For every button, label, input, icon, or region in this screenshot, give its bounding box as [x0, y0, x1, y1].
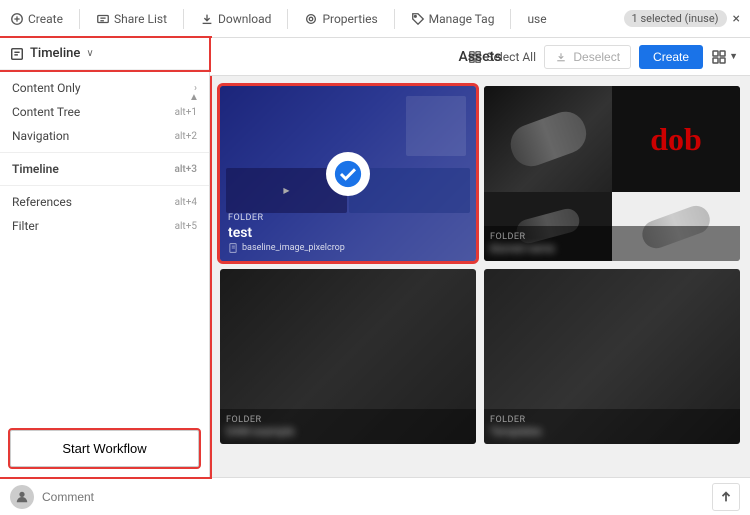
send-icon	[719, 490, 733, 504]
download-icon	[555, 51, 567, 63]
close-badge-btn[interactable]: ×	[733, 11, 740, 27]
bottom-bar	[0, 477, 750, 515]
use-btn[interactable]: use	[527, 12, 546, 26]
menu-item-label: Timeline	[12, 162, 59, 176]
use-label: use	[527, 12, 546, 26]
divider1	[79, 9, 80, 29]
create-asset-btn[interactable]: Create	[639, 45, 703, 69]
deselect-btn[interactable]: Deselect	[544, 45, 631, 69]
card4-info: FOLDER Templates	[484, 409, 740, 444]
card1-info: FOLDER test baseline_image_pixelcrop	[220, 205, 476, 261]
sidebar-item-references[interactable]: References alt+4	[0, 190, 209, 214]
sidebar-title-btn[interactable]: Timeline ∨	[10, 46, 94, 61]
user-avatar	[10, 485, 34, 509]
asset-card-templates[interactable]: FOLDER Templates	[484, 269, 740, 444]
manage-tag-label: Manage Tag	[429, 12, 495, 26]
comment-input[interactable]	[42, 490, 704, 504]
view-toggle-chevron: ▼	[729, 51, 738, 62]
menu-item-label: Navigation	[12, 129, 69, 143]
menu-shortcut: alt+2	[175, 131, 197, 142]
assets-controls: Select All Deselect Create	[468, 45, 738, 69]
create-toolbar-btn[interactable]: Create	[10, 12, 63, 26]
sidebar: Timeline ∨ Content Only › Content Tree a…	[0, 38, 210, 477]
main-layout: Timeline ∨ Content Only › Content Tree a…	[0, 38, 750, 477]
download-btn[interactable]: Download	[200, 12, 271, 26]
card2-name: blurred name	[490, 242, 734, 255]
menu-item-label: Content Tree	[12, 105, 80, 119]
share-list-btn[interactable]: Share List	[96, 12, 167, 26]
menu-item-label: Filter	[12, 219, 39, 233]
menu-divider	[0, 152, 209, 153]
card3-info: FOLDER DAM example	[220, 409, 476, 444]
assets-title: Assets	[458, 49, 501, 65]
menu-shortcut: alt+5	[175, 221, 197, 232]
selected-count: 1 selected (inuse)	[624, 10, 727, 27]
card3-type: FOLDER	[226, 415, 470, 425]
shoe-cell-1	[484, 86, 612, 192]
deselect-label: Deselect	[573, 50, 620, 64]
check-badge	[326, 152, 370, 196]
timeline-icon	[10, 47, 24, 61]
divider4	[394, 9, 395, 29]
card2-type: FOLDER	[490, 232, 734, 242]
card4-name: Templates	[490, 425, 734, 438]
card1-type: FOLDER	[228, 213, 468, 223]
grid-icon	[711, 49, 727, 65]
card2-info: FOLDER blurred name	[484, 226, 740, 261]
card1-thumb	[406, 96, 466, 156]
selected-badge: 1 selected (inuse) ×	[624, 10, 740, 27]
menu-shortcut: alt+3	[174, 164, 197, 175]
sidebar-header[interactable]: Timeline ∨	[0, 38, 209, 70]
user-icon	[15, 490, 29, 504]
divider5	[510, 9, 511, 29]
send-comment-btn[interactable]	[712, 483, 740, 511]
sidebar-scroll-up-btn[interactable]: ▲	[185, 88, 203, 106]
asset-card-shoe[interactable]: dob FOLDER blurred name	[484, 86, 740, 261]
share-list-label: Share List	[114, 12, 167, 26]
start-workflow-button[interactable]: Start Workflow	[10, 430, 199, 467]
assets-area: Assets Select All Desele	[210, 38, 750, 477]
sidebar-item-navigation[interactable]: Navigation alt+2	[0, 124, 209, 148]
divider3	[287, 9, 288, 29]
menu-item-label: References	[12, 195, 72, 209]
divider2	[183, 9, 184, 29]
view-toggle-btn[interactable]: ▼	[711, 49, 738, 65]
menu-shortcut: alt+1	[175, 107, 197, 118]
card1-name: test	[228, 225, 468, 241]
sidebar-item-content-only[interactable]: Content Only ›	[0, 76, 209, 100]
assets-header: Assets Select All Desele	[210, 38, 750, 76]
create-label: Create	[28, 12, 63, 26]
file-icon	[228, 243, 238, 253]
menu-item-label: Content Only	[12, 81, 81, 95]
assets-grid: ▶ FOLDER test baseline_image_pixelcrop	[210, 76, 750, 454]
chevron-down-icon: ∨	[86, 48, 93, 59]
top-toolbar: Create Share List Download Properties Ma…	[0, 0, 750, 38]
sidebar-item-timeline[interactable]: Timeline alt+3	[0, 157, 209, 181]
asset-card-dam[interactable]: FOLDER DAM example	[220, 269, 476, 444]
properties-label: Properties	[322, 12, 377, 26]
shoe-cell-2: dob	[612, 86, 740, 192]
menu-shortcut: alt+4	[175, 197, 197, 208]
sidebar-title-text: Timeline	[30, 46, 80, 61]
card1-file: baseline_image_pixelcrop	[228, 243, 468, 253]
sidebar-item-filter[interactable]: Filter alt+5	[0, 214, 209, 238]
card1-filename: baseline_image_pixelcrop	[242, 243, 345, 253]
properties-btn[interactable]: Properties	[304, 12, 377, 26]
sidebar-item-content-tree[interactable]: Content Tree alt+1	[0, 100, 209, 124]
checkmark-icon	[334, 160, 362, 188]
asset-card-test[interactable]: ▶ FOLDER test baseline_image_pixelcrop	[220, 86, 476, 261]
menu-divider2	[0, 185, 209, 186]
card4-type: FOLDER	[490, 415, 734, 425]
sidebar-menu: Content Only › Content Tree alt+1 Naviga…	[0, 70, 209, 420]
download-label: Download	[218, 12, 271, 26]
manage-tag-btn[interactable]: Manage Tag	[411, 12, 495, 26]
card3-name: DAM example	[226, 425, 470, 438]
